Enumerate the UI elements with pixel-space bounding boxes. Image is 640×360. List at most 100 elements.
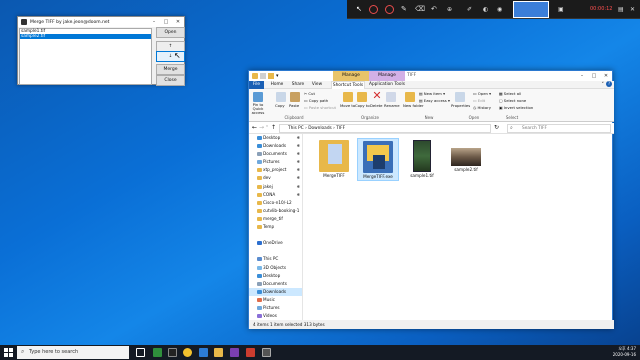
sidebar-item[interactable]: Downloads [249,287,302,296]
history-button[interactable]: ◷ History [473,105,491,110]
minimize-icon[interactable]: – [576,71,588,81]
taskbar-search-input[interactable]: Type here to search [17,346,129,359]
close-button[interactable]: Close [156,75,185,86]
help-icon[interactable]: ? [606,81,612,87]
sidebar-item[interactable]: This PC [249,255,302,263]
up-icon[interactable]: ↑ [271,124,276,131]
app-icon[interactable] [153,348,162,357]
zoom-icon[interactable]: ⊕ [447,5,456,14]
sidebar-item[interactable]: OneDrive [249,239,302,247]
chevron-down-icon[interactable]: ▾ [276,73,279,79]
task-view-icon[interactable] [136,348,145,357]
delete-button[interactable]: Delete [370,103,382,108]
sidebar-item[interactable]: 3D Objects [249,264,302,272]
move-to-button[interactable]: Move to [340,103,355,108]
sidebar-item[interactable]: Desktop ✱ [249,134,302,142]
sidebar-item[interactable]: xtp_project ✱ [249,166,302,174]
screen-thumbnail[interactable] [513,1,549,18]
pause-icon[interactable] [385,5,394,14]
chevron-down-icon[interactable]: ˅ [602,82,605,88]
close-icon[interactable]: ✕ [172,17,184,27]
file-content-area[interactable]: MergeTIFF MergeTIFF.exe sample1.tif samp… [305,134,613,320]
tab-home[interactable]: Home [268,81,286,89]
rename-button[interactable]: Rename [384,103,400,108]
close-icon[interactable]: ✕ [630,5,639,14]
easy-access-button[interactable]: ▤ Easy access ▾ [419,98,450,103]
record-icon[interactable] [369,5,378,14]
highlight-icon[interactable]: ◐ [483,5,492,14]
properties-icon[interactable] [455,92,465,102]
tab-shortcut-tools[interactable]: Shortcut Tools [331,81,365,89]
maximize-icon[interactable]: □ [588,71,600,81]
copy-button[interactable]: Copy [275,103,285,108]
new-folder-icon[interactable] [268,73,274,79]
list-item[interactable]: sample2.tif [20,34,151,39]
tab-file[interactable]: File [249,81,264,89]
tab-view[interactable]: View [309,81,325,89]
sidebar-item[interactable]: Documents [249,280,302,288]
context-tab-manage[interactable]: Manage [333,71,369,81]
context-tab-manage[interactable]: Manage [369,71,405,81]
cursor-icon[interactable]: ↖ [356,5,365,14]
windows-start-icon[interactable] [4,348,13,357]
minimize-icon[interactable]: – [148,17,160,27]
properties-icon[interactable] [260,73,266,79]
chrome-icon[interactable] [183,348,192,357]
open-button[interactable]: Open [156,27,185,38]
select-all-button[interactable]: ▦ Select all [499,91,521,96]
merge-button[interactable]: Merge [156,64,185,75]
copy-path-button[interactable]: ▭ Copy path [304,98,328,103]
sidebar-item[interactable]: Pictures ✱ [249,158,302,166]
sidebar-item[interactable]: Pictures [249,304,302,312]
terminal-icon[interactable] [168,348,177,357]
sidebar-item[interactable]: Documents ✱ [249,150,302,158]
screen-icon[interactable]: ▣ [558,5,567,14]
settings-icon[interactable]: ▤ [618,5,627,14]
vscode-icon[interactable] [199,348,208,357]
file-item[interactable]: MergeTIFF [313,138,355,179]
invert-selection-button[interactable]: ▣ Invert selection [499,105,533,110]
app-icon[interactable] [230,348,239,357]
tab-share[interactable]: Share [289,81,307,89]
sidebar-item[interactable]: jakej ✱ [249,183,302,191]
sidebar-item[interactable]: cutvlib-booking-1 [249,207,302,215]
new-folder-button[interactable]: New folder [403,103,424,108]
sidebar-item[interactable]: dev ✱ [249,174,302,182]
new-item-button[interactable]: ▤ New item ▾ [419,91,445,96]
pin-quick-access-button[interactable]: Pin to Quick access [250,103,266,115]
sidebar-item[interactable]: Music [249,296,302,304]
sidebar-item[interactable]: merge_tif [249,215,302,223]
clock[interactable]: 오후 4:37 2020-09-16 [613,346,636,358]
forward-icon[interactable]: → [259,124,264,131]
pin-icon[interactable] [253,92,263,102]
copy-to-button[interactable]: Copy to [355,103,370,108]
sidebar-item[interactable]: Desktop [249,272,302,280]
navigation-pane[interactable]: Desktop ✱ Downloads ✱ Documents ✱ Pictures ✱ xtp… [249,134,303,320]
sidebar-item[interactable]: Temp [249,223,302,231]
rename-icon[interactable] [386,92,396,102]
file-explorer-icon[interactable] [214,348,223,357]
pen-tool-icon[interactable]: ✐ [467,5,476,14]
file-item[interactable]: sample2.tif [445,138,487,173]
window-titlebar[interactable]: Merge TIFF by jake.jeon@doom.net – □ ✕ [18,17,184,27]
app-icon[interactable] [262,348,271,357]
move-to-icon[interactable] [343,92,353,102]
file-list[interactable]: sample1.tif sample2.tif [19,28,152,85]
new-folder-icon[interactable] [405,92,415,102]
paste-button[interactable]: Paste [289,103,299,108]
copy-to-icon[interactable] [357,92,367,102]
search-input[interactable]: Search TIFF [507,124,611,133]
back-icon[interactable]: ← [252,124,257,131]
recent-locations-icon[interactable]: ˅ [266,125,268,130]
select-none-button[interactable]: ▢ Select none [499,98,526,103]
open-button[interactable]: ▭ Open ▾ [473,91,491,96]
tab-application-tools[interactable]: Application Tools [367,81,407,89]
app-icon[interactable] [246,348,255,357]
eraser-icon[interactable]: ⌫ [415,5,425,14]
sidebar-item[interactable]: CONA ✱ [249,191,302,199]
paste-icon[interactable] [290,92,300,102]
file-item[interactable]: MergeTIFF.exe [357,138,399,181]
sidebar-item[interactable]: Downloads ✱ [249,142,302,150]
delete-icon[interactable]: ✕ [372,90,382,101]
file-item[interactable]: sample1.tif [401,138,443,179]
